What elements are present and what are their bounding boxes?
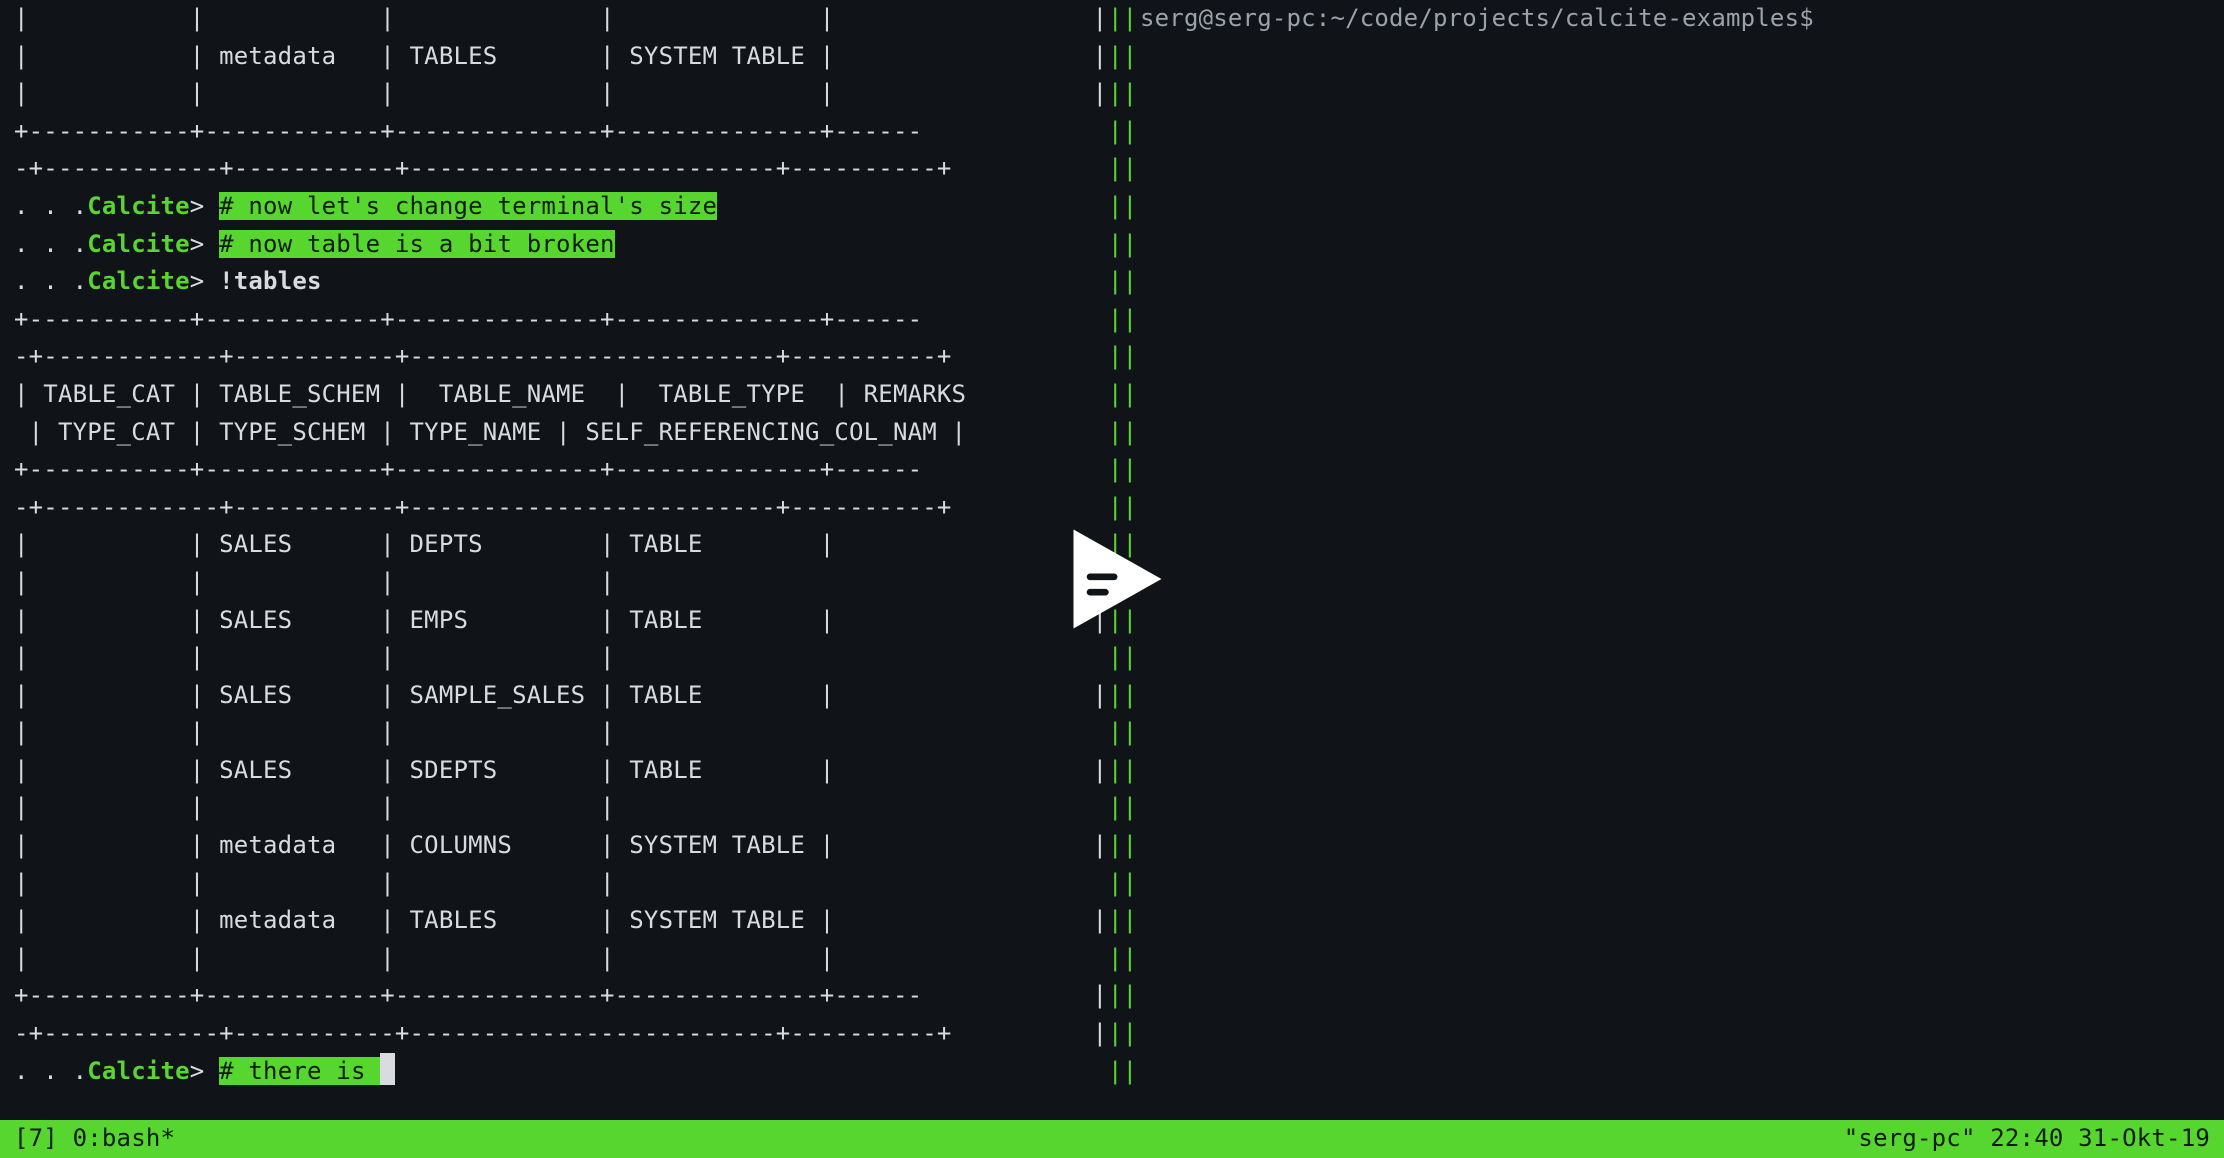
cursor-icon <box>380 1053 395 1085</box>
table-row: | | | | <box>14 793 615 821</box>
table-row: | | | | | <box>14 4 834 32</box>
table-header: | TYPE_CAT | TYPE_SCHEM | TYPE_NAME | SE… <box>14 418 966 446</box>
table-row: | | | | | <box>14 79 834 107</box>
comment-line: # there is <box>219 1057 380 1085</box>
table-separator: +-----------+------------+--------------… <box>14 117 922 145</box>
prompt-dots: . . . <box>14 267 87 295</box>
table-row: | | | | <box>14 869 615 897</box>
table-row: | | SALES | EMPS | TABLE | <box>14 606 834 634</box>
prompt-calcite: Calcite <box>87 192 190 220</box>
table-separator: -+------------+-----------+-------------… <box>14 342 952 370</box>
prompt-calcite: Calcite <box>87 267 190 295</box>
table-row: | | | | <box>14 643 615 671</box>
shell-prompt: serg@serg-pc:~/code/projects/calcite-exa… <box>1140 4 1814 32</box>
prompt-dots: . . . <box>14 230 87 258</box>
tmux-status-bar: [7] 0:bash* "serg-pc" 22:40 31-Okt-19 <box>0 1120 2224 1158</box>
table-separator: -+------------+-----------+-------------… <box>14 154 952 182</box>
prompt-dots: . . . <box>14 1057 87 1085</box>
table-separator: +-----------+------------+--------------… <box>14 305 922 333</box>
status-right: "serg-pc" 22:40 31-Okt-19 <box>1844 1120 2210 1158</box>
play-icon <box>1057 524 1167 634</box>
table-row: | | metadata | TABLES | SYSTEM TABLE | <box>14 42 834 70</box>
status-left: [7] 0:bash* <box>14 1120 175 1158</box>
table-separator: +-----------+------------+--------------… <box>14 455 922 483</box>
play-button[interactable] <box>1057 524 1167 634</box>
table-row: | | SALES | SDEPTS | TABLE | <box>14 756 834 784</box>
table-header: | TABLE_CAT | TABLE_SCHEM | TABLE_NAME |… <box>14 380 966 408</box>
left-pane[interactable]: | | | | | | | metadata | TABLES | SYSTEM… <box>14 0 1118 1090</box>
table-row: | | | | <box>14 568 615 596</box>
table-row: | | SALES | SAMPLE_SALES | TABLE | <box>14 681 834 709</box>
command-tables: !tables <box>219 267 322 295</box>
table-row: | | SALES | DEPTS | TABLE | <box>14 530 834 558</box>
table-row: | | metadata | TABLES | SYSTEM TABLE | <box>14 906 834 934</box>
prompt-calcite: Calcite <box>87 230 190 258</box>
table-row: | | | | <box>14 718 615 746</box>
prompt-dots: . . . <box>14 192 87 220</box>
table-separator: -+------------+-----------+-------------… <box>14 1019 952 1047</box>
prompt-calcite: Calcite <box>87 1057 190 1085</box>
comment-line: # now table is a bit broken <box>219 230 615 258</box>
table-row: | | | | | <box>14 944 834 972</box>
table-row: | | metadata | COLUMNS | SYSTEM TABLE | <box>14 831 834 859</box>
table-separator: -+------------+-----------+-------------… <box>14 493 952 521</box>
right-pane[interactable]: serg@serg-pc:~/code/projects/calcite-exa… <box>1140 0 2210 38</box>
comment-line: # now let's change terminal's size <box>219 192 717 220</box>
table-separator: +-----------+------------+--------------… <box>14 981 922 1009</box>
